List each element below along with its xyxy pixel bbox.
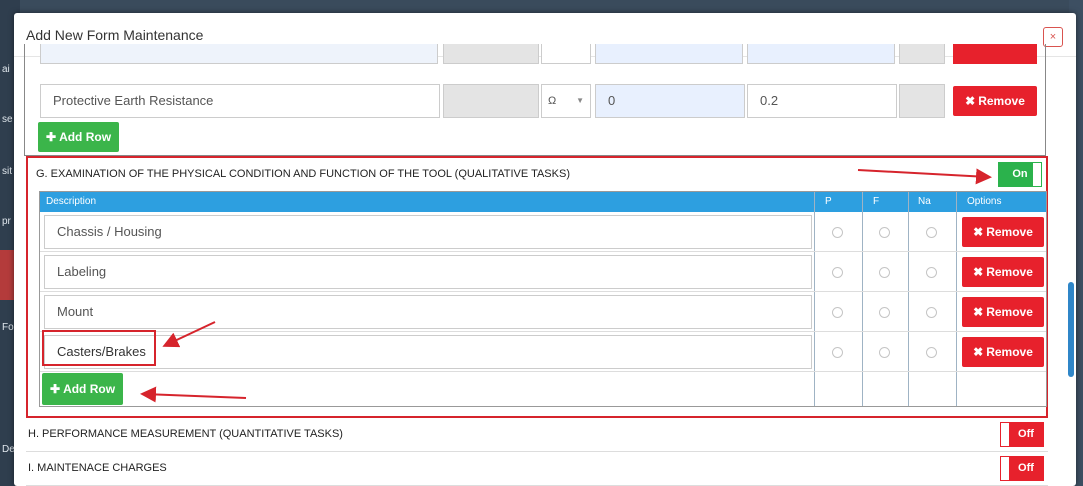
column-header-options: Options bbox=[967, 196, 1002, 207]
toggle-label: Off bbox=[1018, 428, 1034, 440]
radio-na[interactable] bbox=[926, 347, 937, 358]
max-value-input[interactable]: 0.2 bbox=[747, 84, 897, 118]
ghost-row-cell bbox=[541, 44, 591, 64]
add-row-button[interactable]: ✚ Add Row bbox=[38, 122, 120, 152]
section-g: G. EXAMINATION OF THE PHYSICAL CONDITION… bbox=[26, 156, 1048, 418]
row-divider bbox=[40, 251, 1046, 252]
remove-button[interactable]: ✖ Remove bbox=[962, 337, 1044, 367]
unit-select[interactable]: Ω ▼ bbox=[541, 84, 591, 118]
annotation-highlight-box bbox=[42, 330, 156, 366]
remove-button[interactable]: ✖ Remove bbox=[962, 297, 1044, 327]
ghost-row-cell bbox=[899, 44, 945, 64]
table-header: Description P F Na Options bbox=[40, 192, 1046, 212]
add-row-label: Add Row bbox=[59, 130, 112, 144]
column-divider bbox=[862, 192, 863, 406]
radio-na[interactable] bbox=[926, 227, 937, 238]
description-input[interactable]: Chassis / Housing bbox=[44, 215, 812, 249]
toggle-knob bbox=[1001, 423, 1009, 446]
readonly-cell bbox=[443, 84, 539, 118]
column-header-p: P bbox=[825, 196, 832, 207]
row-divider bbox=[40, 331, 1046, 332]
ghost-row-cell bbox=[595, 44, 743, 64]
add-row-button[interactable]: ✚ Add Row bbox=[42, 373, 124, 405]
radio-p[interactable] bbox=[832, 267, 843, 278]
remove-label: Remove bbox=[978, 94, 1025, 108]
section-i: I. MAINTENACE CHARGES Off bbox=[26, 452, 1048, 486]
section-i-title: I. MAINTENACE CHARGES bbox=[28, 462, 167, 474]
radio-f[interactable] bbox=[879, 307, 890, 318]
min-value-input[interactable]: 0 bbox=[595, 84, 745, 118]
remove-button[interactable]: ✖ Remove bbox=[962, 217, 1044, 247]
section-h-title: H. PERFORMANCE MEASUREMENT (QUANTITATIVE… bbox=[28, 428, 343, 440]
x-icon: ✖ bbox=[973, 265, 984, 279]
radio-p[interactable] bbox=[832, 227, 843, 238]
unit-value: Ω bbox=[548, 95, 557, 107]
remove-button[interactable]: ✖ Remove bbox=[962, 257, 1044, 287]
radio-f[interactable] bbox=[879, 227, 890, 238]
toggle-label: On bbox=[1012, 168, 1028, 180]
description-input[interactable]: Labeling bbox=[44, 255, 812, 289]
description-input-active[interactable]: Casters/Brakes bbox=[44, 335, 812, 369]
x-icon: ✖ bbox=[973, 345, 984, 359]
close-icon: × bbox=[1049, 31, 1057, 43]
background-app-header bbox=[0, 0, 1083, 14]
column-divider bbox=[908, 192, 909, 406]
section-f: Protective Earth Resistance Ω ▼ 0 0.2 ✖ R… bbox=[24, 44, 1046, 156]
toggle-knob bbox=[1033, 163, 1041, 186]
toggle-label: Off bbox=[1018, 462, 1034, 474]
column-header-na: Na bbox=[918, 196, 931, 207]
column-header-description: Description bbox=[46, 196, 97, 207]
section-g-title: G. EXAMINATION OF THE PHYSICAL CONDITION… bbox=[36, 168, 570, 180]
radio-na[interactable] bbox=[926, 267, 937, 278]
description-input[interactable]: Mount bbox=[44, 295, 812, 329]
plus-icon: ✚ bbox=[46, 130, 57, 144]
section-g-toggle[interactable]: On bbox=[998, 162, 1042, 187]
ghost-row-cell bbox=[443, 44, 539, 64]
radio-p[interactable] bbox=[832, 307, 843, 318]
toggle-knob bbox=[1001, 457, 1009, 480]
radio-f[interactable] bbox=[879, 267, 890, 278]
modal-scrollbar[interactable] bbox=[1068, 282, 1074, 377]
description-input[interactable]: Protective Earth Resistance bbox=[40, 84, 440, 118]
chevron-down-icon: ▼ bbox=[576, 96, 584, 105]
remove-button[interactable]: ✖ Remove bbox=[953, 86, 1037, 116]
remove-label: Remove bbox=[986, 265, 1033, 279]
modal-title: Add New Form Maintenance bbox=[26, 27, 204, 43]
x-icon: ✖ bbox=[973, 305, 984, 319]
row-divider bbox=[40, 291, 1046, 292]
section-h-toggle[interactable]: Off bbox=[1000, 422, 1044, 447]
ghost-row-remove bbox=[953, 44, 1037, 64]
close-button[interactable]: × bbox=[1043, 27, 1063, 47]
readonly-cell bbox=[899, 84, 945, 118]
add-row-label: Add Row bbox=[63, 382, 116, 396]
remove-label: Remove bbox=[986, 305, 1033, 319]
remove-label: Remove bbox=[986, 225, 1033, 239]
x-icon: ✖ bbox=[973, 225, 984, 239]
plus-icon: ✚ bbox=[50, 382, 61, 396]
section-i-toggle[interactable]: Off bbox=[1000, 456, 1044, 481]
radio-f[interactable] bbox=[879, 347, 890, 358]
qualitative-tasks-table: Description P F Na Options Chassis / Hou… bbox=[39, 191, 1047, 407]
radio-na[interactable] bbox=[926, 307, 937, 318]
column-divider bbox=[814, 192, 815, 406]
remove-label: Remove bbox=[986, 345, 1033, 359]
ghost-row-description bbox=[40, 44, 438, 64]
ghost-row-cell bbox=[747, 44, 895, 64]
x-icon: ✖ bbox=[965, 94, 976, 108]
row-divider bbox=[40, 371, 1046, 372]
column-divider bbox=[956, 192, 957, 406]
column-header-f: F bbox=[873, 196, 880, 207]
radio-p[interactable] bbox=[832, 347, 843, 358]
section-h: H. PERFORMANCE MEASUREMENT (QUANTITATIVE… bbox=[26, 418, 1048, 452]
